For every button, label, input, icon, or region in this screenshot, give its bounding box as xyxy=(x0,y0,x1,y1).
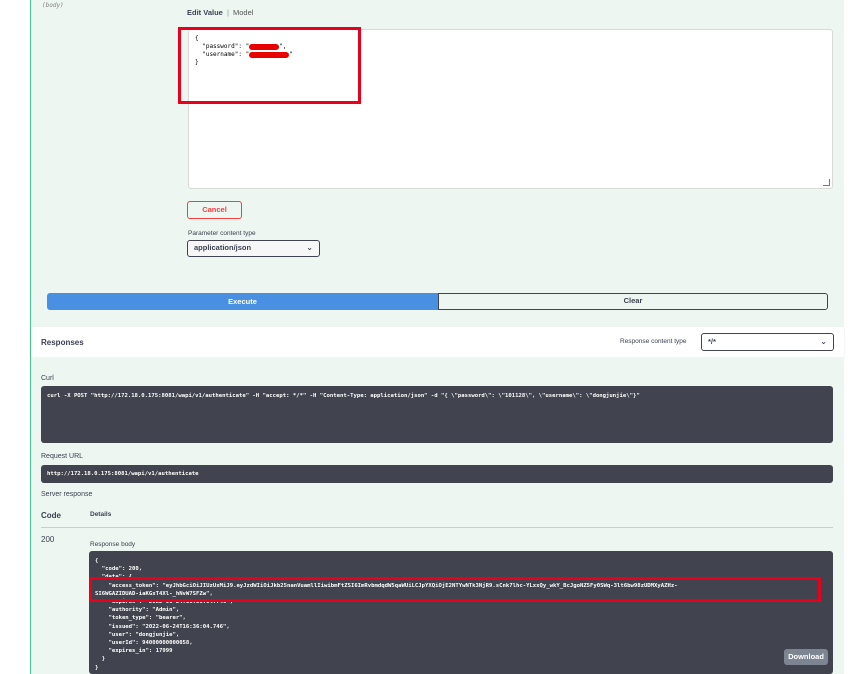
clear-button[interactable]: Clear xyxy=(438,293,828,310)
parameter-content-type-select[interactable]: application/json ⌄ xyxy=(187,240,320,257)
response-body-line: { xyxy=(95,558,99,564)
response-body-line: } xyxy=(95,656,106,663)
tab-separator: | xyxy=(226,8,229,17)
request-url-block[interactable]: http://172.18.0.175:8081/wapi/v1/authent… xyxy=(41,465,833,483)
curl-command: curl -X POST "http://172.18.0.175:8081/w… xyxy=(47,393,640,399)
body-editor-tabs: Edit Value | Model xyxy=(187,8,253,17)
body-parameter-tag: (body) xyxy=(42,2,64,9)
tab-edit-value[interactable]: Edit Value xyxy=(187,8,223,17)
response-body-line: "authority": "Admin", xyxy=(95,607,180,614)
tab-model[interactable]: Model xyxy=(233,8,253,17)
chevron-down-icon: ⌄ xyxy=(820,337,827,346)
curl-command-block[interactable]: curl -X POST "http://172.18.0.175:8081/w… xyxy=(41,386,833,443)
response-body-line: "issued": "2022-06-24T16:36:04.746", xyxy=(95,623,230,630)
chevron-down-icon: ⌄ xyxy=(306,243,313,252)
response-body-label: Response body xyxy=(90,541,136,548)
details-column-header: Details xyxy=(90,511,112,518)
response-body-line: "expires_in": 17999 xyxy=(95,648,173,655)
response-body-block[interactable]: { "code": 200, "data": { "access_token":… xyxy=(89,551,833,674)
response-body-line: "code": 200, xyxy=(95,566,143,573)
textarea-resize-handle[interactable] xyxy=(823,179,830,186)
response-content-type-value: */* xyxy=(708,337,716,346)
response-body-line: "token_type": "bearer", xyxy=(95,615,186,622)
parameter-content-type-label: Parameter content type xyxy=(188,230,256,237)
response-content-type-label: Response content type xyxy=(620,338,687,345)
annotation-highlight-body xyxy=(178,27,361,104)
code-column-header: Code xyxy=(41,511,61,520)
annotation-highlight-token xyxy=(89,577,821,602)
response-body-line: "user": "dongjunjie", xyxy=(95,631,180,638)
parameter-content-type-value: application/json xyxy=(194,243,252,252)
server-response-label: Server response xyxy=(41,491,93,498)
response-content-type-select[interactable]: */* ⌄ xyxy=(701,333,834,351)
response-body-line: } xyxy=(95,664,99,671)
status-code: 200 xyxy=(41,535,55,544)
download-button[interactable]: Download xyxy=(784,649,828,665)
request-url-label: Request URL xyxy=(41,453,84,460)
execute-button[interactable]: Execute xyxy=(47,293,438,310)
curl-label: Curl xyxy=(41,375,54,382)
response-body-line: "userId": 94000000000058, xyxy=(95,640,193,647)
responses-title: Responses xyxy=(41,338,84,347)
request-url: http://172.18.0.175:8081/wapi/v1/authent… xyxy=(47,471,199,477)
cancel-button[interactable]: Cancel xyxy=(187,201,242,219)
response-table-divider xyxy=(41,527,833,528)
swagger-operation-panel: (body) Edit Value | Model { "password": … xyxy=(0,0,865,674)
